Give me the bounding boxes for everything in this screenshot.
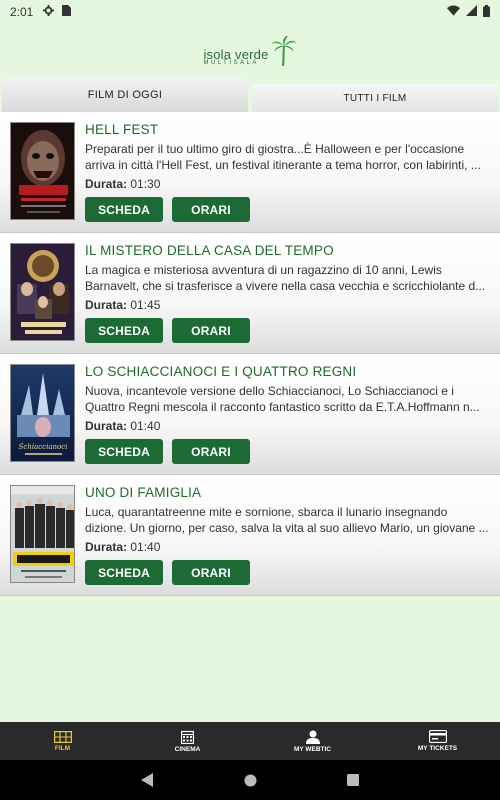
duration-label: Durata: [85,419,128,433]
scheda-button[interactable]: SCHEDA [85,197,163,222]
duration-label: Durata: [85,177,128,191]
calendar-icon [181,730,194,744]
system-navigation-bar [0,760,500,800]
duration-label: Durata: [85,540,128,554]
ticket-icon [428,730,447,743]
movie-actions: SCHEDA ORARI [85,560,490,585]
recents-icon[interactable] [347,774,359,786]
movie-item[interactable]: HELL FEST Preparati per il tuo ultimo gi… [0,112,500,233]
duration-value: 01:45 [130,298,161,312]
orari-button[interactable]: ORARI [172,439,250,464]
orari-button[interactable]: ORARI [172,560,250,585]
movie-poster-hell-fest[interactable] [10,122,75,220]
movie-duration: Durata: 01:40 [85,540,490,556]
movie-duration: Durata: 01:45 [85,298,490,314]
duration-value: 01:40 [130,540,161,554]
movie-actions: SCHEDA ORARI [85,318,490,343]
nav-film-label: FILM [54,744,71,752]
nav-cinema[interactable]: CINEMA [125,722,250,760]
movie-description: Luca, quarantatreenne mite e sornione, s… [85,505,489,535]
movie-info: HELL FEST Preparati per il tuo ultimo gi… [85,122,490,222]
movie-item[interactable]: UNO DI FAMIGLIA Luca, quarantatreenne mi… [0,475,500,596]
nav-my-webtic-label: MY WEBTIC [293,745,332,753]
movie-item[interactable]: IL MISTERO DELLA CASA DEL TEMPO La magic… [0,233,500,354]
tab-tutti-i-film[interactable]: TUTTI I FILM [252,84,498,112]
svg-text:Schiaccianoci: Schiaccianoci [19,443,68,451]
movie-title[interactable]: IL MISTERO DELLA CASA DEL TEMPO [85,243,490,261]
movie-actions: SCHEDA ORARI [85,197,490,222]
movie-info: LO SCHIACCIANOCI E I QUATTRO REGNI Nuova… [85,364,490,464]
nav-my-tickets-label: MY TICKETS [417,745,458,752]
movie-duration: Durata: 01:30 [85,177,490,193]
header-logo-area: isola verde MULTISALA [0,24,500,78]
sim-card-icon [62,5,72,19]
app-logo: isola verde MULTISALA [203,36,297,66]
orari-button[interactable]: ORARI [172,197,250,222]
tab-film-di-oggi[interactable]: FILM DI OGGI [2,78,248,112]
movie-list: HELL FEST Preparati per il tuo ultimo gi… [0,112,500,596]
movie-poster-schiaccianoci[interactable]: Schiaccianoci [10,364,75,462]
bottom-navigation: FILM CINEMA MY WEBTIC MY TICKETS [0,722,500,760]
movie-item[interactable]: Schiaccianoci LO SCHIACCIANOCI E I QUATT… [0,354,500,475]
movie-duration: Durata: 01:40 [85,419,490,435]
movie-poster-il-mistero[interactable] [10,243,75,341]
nav-my-tickets[interactable]: MY TICKETS [375,722,500,760]
logo-subtitle: MULTISALA [203,60,259,66]
user-icon [305,730,320,744]
settings-icon [43,5,55,19]
duration-value: 01:40 [130,419,161,433]
movie-title[interactable]: LO SCHIACCIANOCI E I QUATTRO REGNI [85,364,490,382]
film-icon [53,730,72,743]
scheda-button[interactable]: SCHEDA [85,318,163,343]
movie-poster-uno-di-famiglia[interactable] [10,485,75,583]
scheda-button[interactable]: SCHEDA [85,439,163,464]
back-icon[interactable] [141,773,154,787]
home-icon[interactable] [244,774,257,787]
movie-actions: SCHEDA ORARI [85,439,490,464]
movie-info: IL MISTERO DELLA CASA DEL TEMPO La magic… [85,243,490,343]
movie-title[interactable]: UNO DI FAMIGLIA [85,485,490,503]
orari-button[interactable]: ORARI [172,318,250,343]
status-bar: 2:01 [0,0,500,24]
movie-info: UNO DI FAMIGLIA Luca, quarantatreenne mi… [85,485,490,585]
movie-title[interactable]: HELL FEST [85,122,490,140]
tab-bar: FILM DI OGGI TUTTI I FILM [2,78,498,112]
signal-icon [466,5,477,19]
duration-value: 01:30 [130,177,161,191]
battery-icon [483,4,490,20]
status-time: 2:01 [10,5,34,19]
wifi-icon [447,5,460,19]
nav-my-webtic[interactable]: MY WEBTIC [250,722,375,760]
scheda-button[interactable]: SCHEDA [85,560,163,585]
duration-label: Durata: [85,298,128,312]
movie-description: Preparati per il tuo ultimo giro di gios… [85,142,481,172]
movie-description: Nuova, incantevole versione dello Schiac… [85,384,480,414]
nav-cinema-label: CINEMA [174,745,201,753]
nav-film[interactable]: FILM [0,722,125,760]
movie-description: La magica e misteriosa avventura di un r… [85,263,486,293]
palm-tree-icon [270,36,297,66]
